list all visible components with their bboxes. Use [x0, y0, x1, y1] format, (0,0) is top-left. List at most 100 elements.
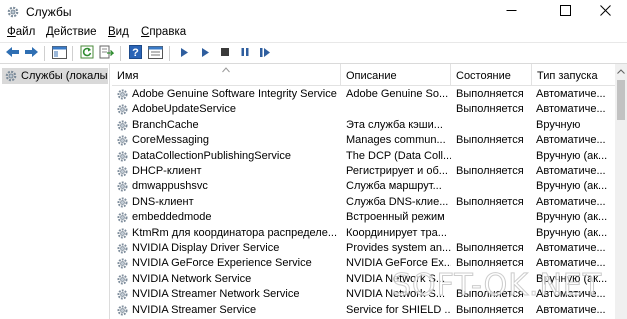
back-button[interactable] — [3, 45, 21, 62]
scroll-up-button[interactable] — [615, 64, 627, 78]
refresh-button[interactable] — [78, 45, 96, 62]
table-row[interactable]: DataCollectionPublishingService The DCP (… — [112, 149, 615, 164]
service-name-cell: NVIDIA Streamer Network Service — [116, 287, 342, 302]
table-row[interactable]: embeddedmode Встроенный режим Вручную (ак.… — [112, 210, 615, 225]
table-row[interactable]: DHCP-клиент Регистрирует и об... Выполняет… — [112, 164, 615, 179]
table-row[interactable]: NVIDIA Streamer Service Service for SHIEL… — [112, 303, 615, 318]
service-startup-type: Автоматиче... — [536, 134, 606, 147]
service-description: Служба DNS-клие... — [346, 195, 449, 208]
table-row[interactable]: AdobeUpdateService Выполняется Автоматиче.… — [112, 102, 615, 117]
close-button[interactable] — [582, 0, 627, 24]
maximize-icon — [559, 5, 571, 19]
service-gear-icon — [116, 196, 129, 209]
service-state — [456, 118, 532, 133]
scrollbar-thumb[interactable] — [617, 80, 625, 120]
properties-button[interactable] — [146, 45, 164, 62]
column-header-state-label: Состояние — [456, 70, 511, 82]
vertical-scrollbar[interactable] — [615, 64, 627, 319]
table-row[interactable]: DNS-клиент Служба DNS-клие... Выполняется А… — [112, 195, 615, 210]
table-row[interactable]: CoreMessaging Manages commun... Выполняетс… — [112, 133, 615, 148]
back-icon — [5, 46, 20, 61]
service-startup-type: Автоматиче... — [536, 195, 606, 208]
service-name-cell: KtmRm для координатора распределе... — [116, 226, 342, 241]
service-name: embeddedmode — [132, 211, 212, 224]
forward-icon — [24, 46, 39, 61]
service-state: Выполняется — [456, 195, 524, 208]
restart-service-button[interactable] — [256, 45, 274, 62]
service-description: Manages commun... — [346, 134, 446, 147]
close-icon — [599, 5, 611, 19]
console-tree-icon — [51, 45, 67, 62]
service-name-cell: DNS-клиент — [116, 195, 342, 210]
service-description: The DCP (Data Coll... — [346, 149, 451, 162]
menu-help-label: правка — [149, 26, 187, 38]
column-header-state[interactable]: Состояние — [451, 64, 532, 86]
service-gear-icon — [116, 288, 129, 301]
table-row[interactable]: NVIDIA Display Driver Service Provides sy… — [112, 241, 615, 256]
service-gear-icon — [116, 88, 129, 101]
service-name-cell: DataCollectionPublishingService — [116, 149, 342, 164]
help-button[interactable]: ? — [126, 45, 144, 62]
service-name-cell: NVIDIA GeForce Experience Service — [116, 256, 342, 271]
chevron-up-icon — [617, 65, 625, 77]
column-header-name-label: Имя — [117, 70, 139, 82]
service-name-cell: embeddedmode — [116, 210, 342, 225]
column-header-description[interactable]: Описание — [341, 64, 451, 86]
service-gear-icon — [116, 227, 129, 240]
tree-item-services-local[interactable]: Службы (локалы — [2, 68, 108, 84]
start-service-alt-button[interactable] — [196, 45, 214, 62]
service-state: Выполняется — [456, 88, 524, 100]
service-description: Эта служба кэши... — [346, 118, 443, 131]
export-list-button[interactable] — [97, 45, 115, 62]
service-name: dmwappushsvc — [132, 180, 208, 193]
menu-file[interactable]: Файл — [7, 26, 35, 38]
menu-action[interactable]: Действие — [46, 26, 97, 38]
service-description: Встроенный режим — [346, 211, 445, 224]
service-name: NVIDIA Streamer Network Service — [132, 288, 300, 301]
refresh-icon — [80, 45, 94, 62]
service-state — [456, 149, 532, 164]
service-name: NVIDIA GeForce Experience Service — [132, 257, 312, 270]
start-service-button[interactable] — [175, 45, 193, 62]
service-gear-icon — [116, 119, 129, 132]
service-description: Служба маршрут... — [346, 180, 442, 193]
toolbar: ? — [0, 42, 627, 64]
service-startup-type: Вручную (ак... — [536, 211, 608, 224]
minimize-button[interactable] — [488, 0, 534, 24]
export-list-icon — [99, 45, 115, 62]
service-name-cell: NVIDIA Streamer Service — [116, 303, 342, 318]
pause-service-icon — [240, 47, 250, 60]
menu-help[interactable]: Справка — [141, 26, 186, 38]
svg-text:?: ? — [132, 47, 139, 59]
window-title: Службы — [26, 5, 72, 19]
column-header-startup[interactable]: Тип запуска — [532, 64, 615, 86]
table-row[interactable]: BranchCache Эта служба кэши... Вручную — [112, 118, 615, 133]
menu-bar: Файл Действие Вид Справка — [0, 24, 627, 42]
service-startup-type: Автоматиче... — [536, 165, 606, 177]
service-state: Выполняется — [456, 134, 524, 147]
stop-service-icon — [220, 47, 230, 60]
service-name-cell: BranchCache — [116, 118, 342, 133]
service-gear-icon — [116, 180, 129, 193]
service-state: Выполняется — [456, 165, 524, 177]
service-name: Adobe Genuine Software Integrity Service — [132, 88, 337, 100]
pause-service-button[interactable] — [236, 45, 254, 62]
service-name: AdobeUpdateService — [132, 103, 236, 116]
column-header-startup-label: Тип запуска — [537, 70, 598, 82]
menu-view[interactable]: Вид — [108, 26, 129, 38]
table-row[interactable]: KtmRm для координатора распределе... Коор… — [112, 226, 615, 241]
service-name: NVIDIA Streamer Service — [132, 303, 257, 316]
forward-button[interactable] — [22, 45, 40, 62]
service-name-cell: NVIDIA Network Service — [116, 272, 342, 287]
menu-action-accel: Д — [46, 26, 54, 38]
table-row[interactable]: Adobe Genuine Software Integrity Service… — [112, 87, 615, 102]
table-row[interactable]: dmwappushsvc Служба маршрут... Вручную (ак… — [112, 179, 615, 194]
service-startup-type: Вручную (ак... — [536, 180, 608, 193]
service-gear-icon — [116, 242, 129, 255]
service-gear-icon — [116, 150, 129, 163]
toolbar-separator — [120, 46, 121, 61]
service-description: Service for SHIELD ... — [346, 303, 451, 316]
column-header-name[interactable]: Имя — [112, 64, 341, 86]
console-tree-button[interactable] — [50, 45, 68, 62]
stop-service-button[interactable] — [216, 45, 234, 62]
